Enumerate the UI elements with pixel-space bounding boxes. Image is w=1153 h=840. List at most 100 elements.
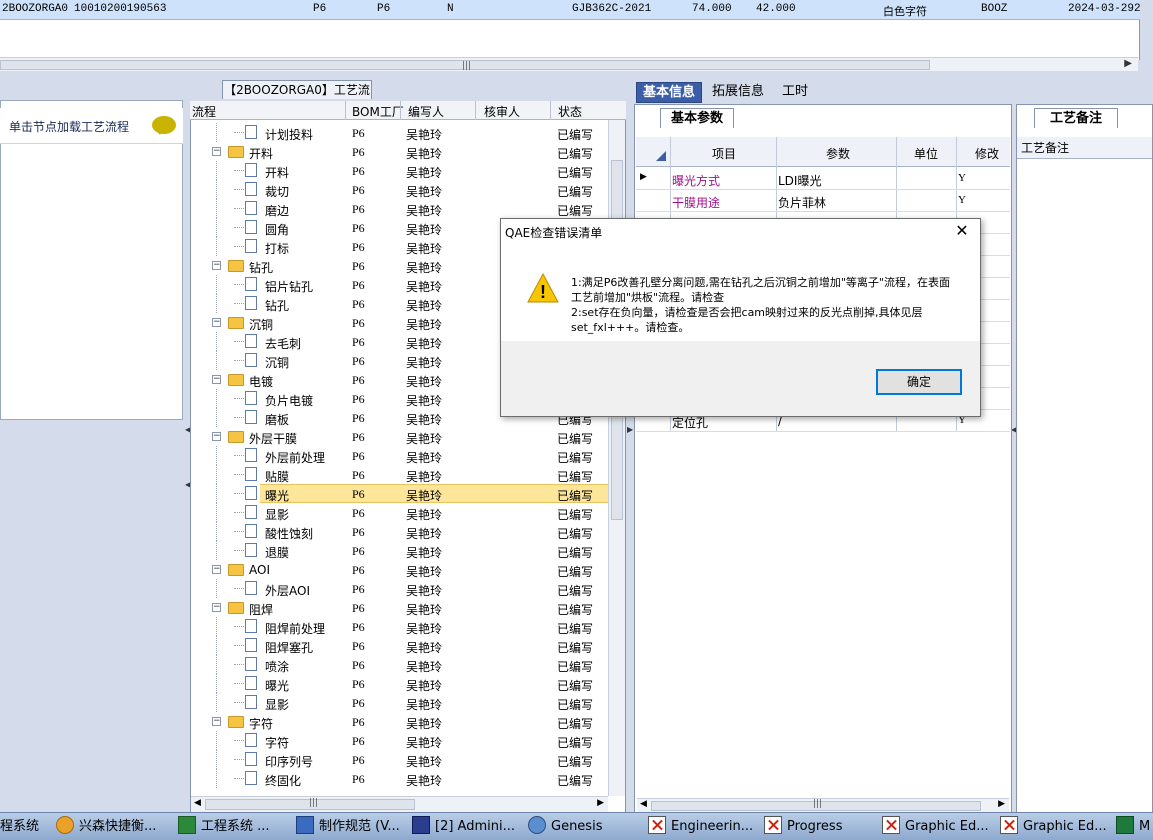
grip-icon: ||| (813, 799, 823, 809)
tree-node[interactable]: 贴膜 P6 吴艳玲 已编写 (190, 465, 608, 484)
col-writer[interactable]: 编写人 (408, 103, 444, 120)
speech-bubble-icon (152, 116, 176, 135)
collapse-toggle-icon[interactable]: − (212, 603, 221, 612)
collapse-toggle-icon[interactable]: − (212, 565, 221, 574)
tree-guide (234, 683, 244, 684)
collapse-toggle-icon[interactable]: − (212, 261, 221, 270)
collapse-toggle-icon[interactable]: − (212, 318, 221, 327)
node-bom: P6 (352, 449, 365, 463)
node-writer: 吴艳玲 (406, 413, 443, 427)
node-writer: 吴艳玲 (406, 584, 443, 598)
col-param[interactable]: 参数 (826, 145, 850, 162)
folder-icon (228, 564, 244, 576)
col-bom[interactable]: BOM工厂 (352, 103, 404, 120)
tree-guide (234, 588, 244, 589)
node-bom: P6 (352, 316, 365, 330)
tree-node[interactable]: 裁切 P6 吴艳玲 已编写 (190, 180, 608, 199)
arrow-left-icon[interactable]: ◀ (640, 799, 647, 809)
taskbar-item[interactable]: Genesis (528, 816, 602, 838)
tree-node[interactable]: 磨边 P6 吴艳玲 已编写 (190, 199, 608, 218)
process-tree-title: 【2BOOZORGA0】工艺流程 (222, 80, 372, 115)
tree-node[interactable]: 显影 P6 吴艳玲 已编写 (190, 503, 608, 522)
taskbar-item[interactable]: 兴森快捷衡... (56, 816, 156, 838)
load-process-hint[interactable]: 单击节点加载工艺流程 (0, 108, 183, 144)
tree-node[interactable]: 开料 P6 吴艳玲 已编写 (190, 161, 608, 180)
tree-node[interactable]: 喷涂 P6 吴艳玲 已编写 (190, 655, 608, 674)
tree-node[interactable]: 阻焊前处理 P6 吴艳玲 已编写 (190, 617, 608, 636)
splitter-right-arrow-icon[interactable]: ▶ (627, 425, 633, 434)
node-bom: P6 (352, 544, 365, 558)
table-row[interactable]: 2BOOZORGA0 10010200190563 P6 P6 N GJB362… (0, 0, 1141, 20)
collapse-toggle-icon[interactable]: − (212, 432, 221, 441)
property-row[interactable]: 干膜用途 负片菲林 Y (636, 190, 1010, 212)
tree-node[interactable]: 终固化 P6 吴艳玲 已编写 (190, 769, 608, 788)
tree-node[interactable]: 显影 P6 吴艳玲 已编写 (190, 693, 608, 712)
taskbar-item[interactable]: 制作规范 (V... (296, 816, 400, 838)
tree-node[interactable]: − 阻焊 P6 吴艳玲 已编写 (190, 598, 608, 617)
property-row[interactable]: ▶ 曝光方式 LDI曝光 Y (636, 168, 1010, 190)
col-reviewer[interactable]: 核审人 (484, 103, 520, 120)
tab-extended-info[interactable]: 拓展信息 (706, 82, 770, 103)
tree-node[interactable]: 外层AOI P6 吴艳玲 已编写 (190, 579, 608, 598)
tree-node[interactable]: 曝光 P6 吴艳玲 已编写 (190, 484, 608, 503)
arrow-right-icon[interactable]: ▶ (597, 798, 604, 808)
tree-node[interactable]: 退膜 P6 吴艳玲 已编写 (190, 541, 608, 560)
document-icon (245, 581, 257, 595)
tab-process-remark[interactable]: 工艺备注 (1034, 108, 1118, 128)
tab-basic-params[interactable]: 基本参数 (660, 108, 734, 128)
tree-node[interactable]: − AOI P6 吴艳玲 已编写 (190, 560, 608, 579)
x-app-icon (882, 816, 900, 834)
tab-basic-info[interactable]: 基本信息 (636, 82, 703, 103)
tree-node[interactable]: − 字符 P6 吴艳玲 已编写 (190, 712, 608, 731)
document-icon (245, 334, 257, 348)
col-item[interactable]: 项目 (712, 145, 736, 162)
taskbar-item[interactable]: [2] Admini... (412, 816, 515, 838)
node-status: 已编写 (557, 204, 594, 218)
ok-button[interactable]: 确定 (876, 369, 962, 395)
tree-node[interactable]: 阻焊塞孔 P6 吴艳玲 已编写 (190, 636, 608, 655)
taskbar-item[interactable]: Engineerin... (648, 816, 753, 838)
taskbar-item[interactable]: Graphic Ed... (1000, 816, 1107, 838)
property-value[interactable]: 负片菲林 (778, 194, 826, 211)
collapse-toggle-icon[interactable]: − (212, 375, 221, 384)
document-icon (245, 182, 257, 196)
folder-icon (228, 431, 244, 443)
property-key: 干膜用途 (672, 196, 721, 210)
node-bom: P6 (352, 278, 365, 292)
tab-work-hours[interactable]: 工时 (776, 82, 814, 103)
tree-horizontal-scrollbar[interactable]: ◀ ||| ▶ (191, 796, 608, 812)
x-app-icon (764, 816, 782, 834)
star-app-icon (56, 816, 74, 834)
xl-app-icon (1116, 816, 1134, 834)
collapse-toggle-icon[interactable]: − (212, 147, 221, 156)
tree-guide (216, 218, 217, 237)
arrow-right-icon[interactable]: ▶ (1124, 58, 1132, 69)
taskbar-item[interactable]: 程系统 (0, 816, 39, 838)
property-value[interactable]: LDI曝光 (778, 172, 821, 189)
taskbar-item[interactable]: 工程系统 ... (178, 816, 270, 838)
property-horizontal-scrollbar[interactable]: ◀ ||| ▶ (637, 798, 1009, 812)
tree-node[interactable]: − 开料 P6 吴艳玲 已编写 (190, 142, 608, 161)
arrow-right-icon[interactable]: ▶ (998, 799, 1005, 809)
col-status[interactable]: 状态 (558, 103, 582, 120)
tree-node[interactable]: 曝光 P6 吴艳玲 已编写 (190, 674, 608, 693)
tree-node[interactable]: 酸性蚀刻 P6 吴艳玲 已编写 (190, 522, 608, 541)
taskbar-item[interactable]: Graphic Ed... (882, 816, 989, 838)
taskbar-item[interactable]: Progress (764, 816, 842, 838)
node-writer: 吴艳玲 (406, 394, 443, 408)
node-name: 圆角 (265, 223, 290, 237)
tree-node[interactable]: 计划投料 P6 吴艳玲 已编写 (190, 123, 608, 142)
tree-node[interactable]: 字符 P6 吴艳玲 已编写 (190, 731, 608, 750)
taskbar-item-label: Engineerin... (671, 819, 754, 834)
col-unit[interactable]: 单位 (914, 145, 938, 162)
collapse-toggle-icon[interactable]: − (212, 717, 221, 726)
top-horizontal-scrollbar[interactable]: ||| ▶ (0, 57, 1138, 71)
tree-node[interactable]: 外层前处理 P6 吴艳玲 已编写 (190, 446, 608, 465)
col-modify[interactable]: 修改 (975, 145, 999, 162)
arrow-left-icon[interactable]: ◀ (194, 798, 201, 808)
close-icon[interactable]: ✕ (952, 221, 972, 240)
taskbar-item[interactable]: M (1116, 816, 1150, 838)
tree-node[interactable]: 印序列号 P6 吴艳玲 已编写 (190, 750, 608, 769)
tree-node[interactable]: − 外层干膜 P6 吴艳玲 已编写 (190, 427, 608, 446)
col-process[interactable]: 流程 (192, 103, 216, 120)
